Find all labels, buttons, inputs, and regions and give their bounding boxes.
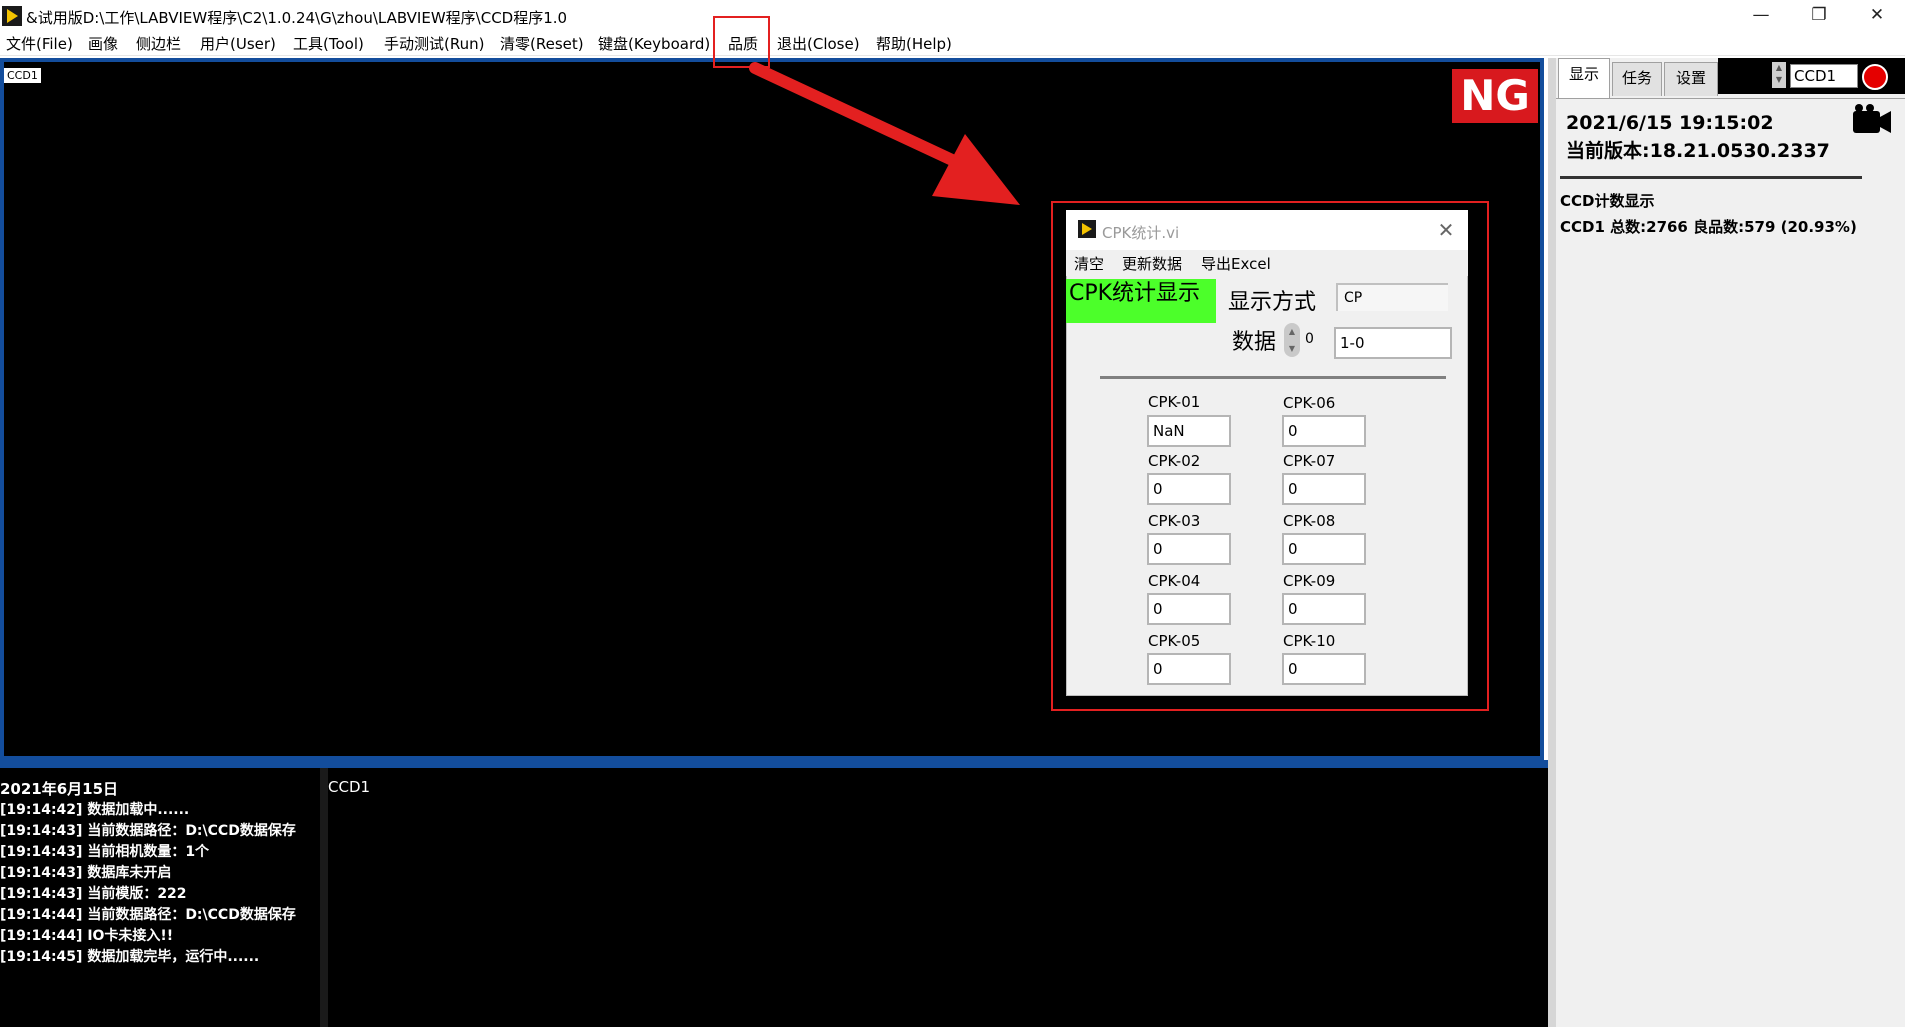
right-panel-splitter[interactable] bbox=[1548, 58, 1556, 1027]
menu-user[interactable]: 用户(User) bbox=[200, 34, 276, 54]
log-line: [19:14:42] 数据加载中...... bbox=[0, 802, 190, 818]
display-tab-body bbox=[1556, 98, 1905, 1027]
video-camera-icon bbox=[1853, 104, 1891, 133]
restore-button[interactable]: ❐ bbox=[1791, 0, 1847, 32]
menu-exit[interactable]: 退出(Close) bbox=[777, 34, 860, 54]
ccd-output-label: CCD1 bbox=[328, 778, 371, 796]
menu-bar bbox=[0, 32, 1905, 56]
camera-tag: CCD1 bbox=[4, 68, 41, 83]
bottom-divider bbox=[0, 760, 1548, 768]
ng-result-badge: NG bbox=[1452, 69, 1538, 123]
count-summary: CCD1 总数:2766 良品数:579 (20.93%) bbox=[1560, 218, 1857, 236]
labview-app-icon bbox=[2, 6, 22, 26]
annotation-box-cpk-window bbox=[1051, 201, 1489, 711]
log-line: [19:14:43] 当前相机数量：1个 bbox=[0, 844, 210, 860]
current-version: 当前版本:18.21.0530.2337 bbox=[1566, 140, 1830, 162]
camera-selector[interactable]: CCD1 bbox=[1790, 64, 1858, 88]
panel-divider bbox=[1560, 176, 1862, 179]
log-line: [19:14:43] 当前模版：222 bbox=[0, 886, 187, 902]
log-splitter[interactable] bbox=[320, 768, 328, 1027]
close-button[interactable]: ✕ bbox=[1849, 0, 1905, 32]
count-title: CCD计数显示 bbox=[1560, 192, 1655, 210]
log-date: 2021年6月15日 bbox=[0, 780, 119, 798]
tab-display[interactable]: 显示 bbox=[1558, 58, 1610, 98]
log-line: [19:14:43] 当前数据路径：D:\CCD数据保存 bbox=[0, 823, 296, 839]
camera-spinner[interactable]: ▲ ▼ bbox=[1772, 62, 1786, 88]
menu-tool[interactable]: 工具(Tool) bbox=[293, 34, 364, 54]
ccd-output-panel[interactable] bbox=[328, 768, 1548, 1027]
record-indicator-icon[interactable] bbox=[1862, 64, 1888, 90]
minimize-button[interactable]: — bbox=[1733, 0, 1789, 32]
tab-task[interactable]: 任务 bbox=[1612, 62, 1662, 96]
log-line: [19:14:44] IO卡未接入!! bbox=[0, 928, 174, 944]
window-title: &试用版D:\工作\LABVIEW程序\C2\1.0.24\G\zhou\LAB… bbox=[26, 9, 568, 27]
annotation-box-quality-menu bbox=[713, 16, 770, 68]
log-line: [19:14:45] 数据加载完毕，运行中...... bbox=[0, 949, 260, 965]
menu-reset[interactable]: 清零(Reset) bbox=[500, 34, 584, 54]
menu-manual-test[interactable]: 手动测试(Run) bbox=[384, 34, 484, 54]
log-line: [19:14:44] 当前数据路径：D:\CCD数据保存 bbox=[0, 907, 296, 923]
menu-keyboard[interactable]: 键盘(Keyboard) bbox=[598, 34, 710, 54]
menu-help[interactable]: 帮助(Help) bbox=[876, 34, 952, 54]
tab-settings[interactable]: 设置 bbox=[1664, 62, 1718, 96]
current-datetime: 2021/6/15 19:15:02 bbox=[1566, 112, 1774, 134]
menu-file[interactable]: 文件(File) bbox=[6, 34, 73, 54]
menu-sidebar[interactable]: 侧边栏 bbox=[136, 34, 181, 54]
log-line: [19:14:43] 数据库未开启 bbox=[0, 865, 172, 881]
menu-image[interactable]: 画像 bbox=[88, 34, 118, 54]
